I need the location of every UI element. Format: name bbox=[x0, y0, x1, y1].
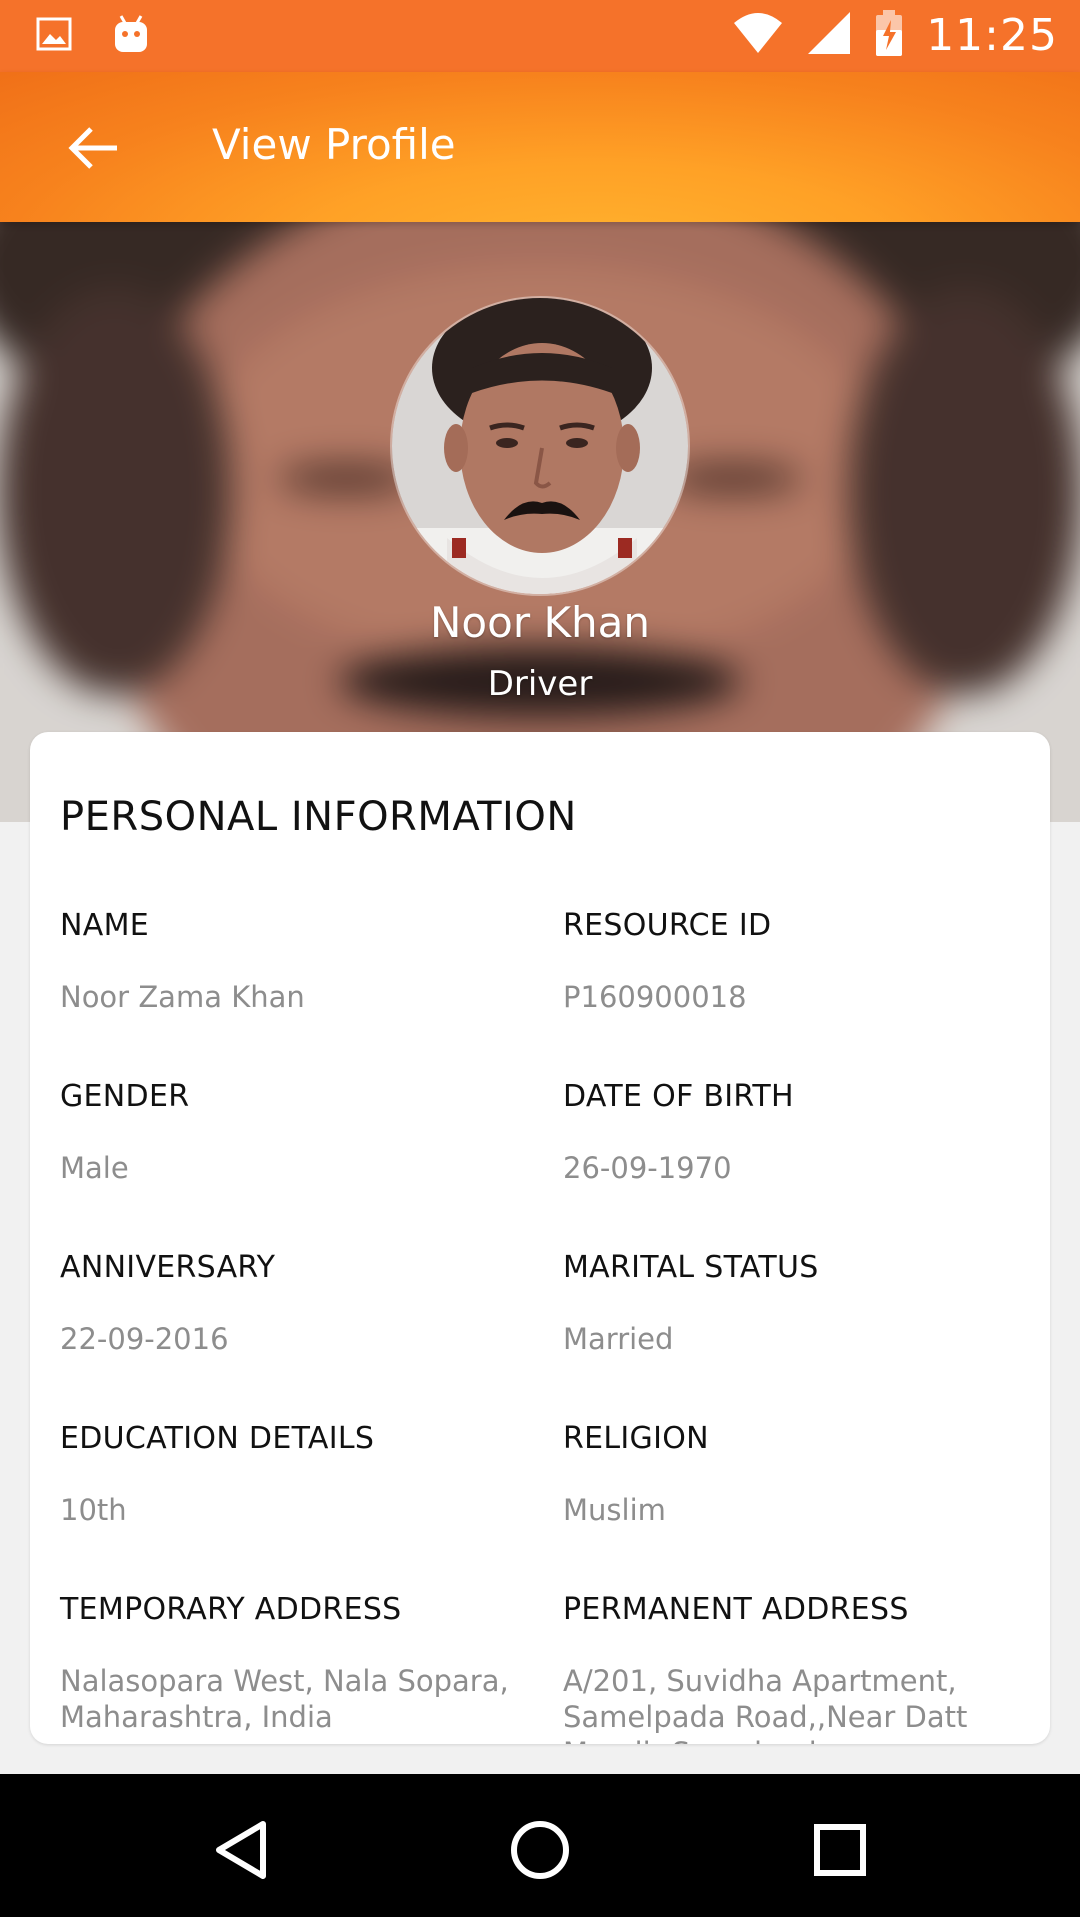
status-bar: 11:25 bbox=[0, 0, 1080, 72]
personal-information-card[interactable]: PERSONAL INFORMATION NAME Noor Zama Khan… bbox=[30, 732, 1050, 1744]
field-value: Nalasopara West, Nala Sopara, Maharashtr… bbox=[60, 1664, 509, 1734]
field-education-details: EDUCATION DETAILS 10th bbox=[60, 1421, 530, 1528]
profile-name: Noor Khan bbox=[430, 598, 650, 647]
avatar[interactable] bbox=[390, 296, 690, 596]
nav-back-button[interactable] bbox=[201, 1810, 281, 1890]
field-gender: GENDER Male bbox=[60, 1079, 530, 1186]
back-button[interactable] bbox=[60, 114, 128, 182]
field-value: Muslim bbox=[563, 1493, 666, 1527]
toolbar-title: View Profile bbox=[212, 120, 456, 169]
field-label: ANNIVERSARY bbox=[60, 1250, 276, 1285]
nav-home-button[interactable] bbox=[500, 1810, 580, 1890]
signal-icon bbox=[806, 10, 852, 61]
nav-recents-button[interactable] bbox=[800, 1810, 880, 1890]
app-toolbar: View Profile bbox=[0, 72, 1080, 222]
field-label: RESOURCE ID bbox=[563, 908, 772, 943]
navigation-bar bbox=[0, 1774, 1080, 1917]
profile-role: Driver bbox=[487, 664, 593, 704]
field-label: TEMPORARY ADDRESS bbox=[60, 1592, 402, 1627]
field-value: 10th bbox=[60, 1493, 127, 1527]
section-title: PERSONAL INFORMATION bbox=[60, 794, 577, 840]
field-date-of-birth: DATE OF BIRTH 26-09-1970 bbox=[563, 1079, 1033, 1186]
home-circle-icon bbox=[511, 1821, 569, 1879]
arrow-left-icon bbox=[68, 127, 117, 169]
field-value: Male bbox=[60, 1151, 129, 1185]
back-triangle-icon bbox=[216, 1821, 266, 1879]
field-label: MARITAL STATUS bbox=[563, 1250, 819, 1285]
field-value: 26-09-1970 bbox=[563, 1151, 732, 1185]
field-value: 22-09-2016 bbox=[60, 1322, 229, 1356]
field-temporary-address: TEMPORARY ADDRESS Nalasopara West, Nala … bbox=[60, 1592, 530, 1735]
field-value: Married bbox=[563, 1322, 674, 1356]
field-label: PERMANENT ADDRESS bbox=[563, 1592, 909, 1627]
recents-square-icon bbox=[814, 1824, 866, 1876]
field-name: NAME Noor Zama Khan bbox=[60, 908, 530, 1015]
field-value: P160900018 bbox=[563, 980, 747, 1014]
android-icon bbox=[112, 14, 150, 59]
field-religion: RELIGION Muslim bbox=[563, 1421, 1033, 1528]
field-label: EDUCATION DETAILS bbox=[60, 1421, 375, 1456]
image-icon bbox=[36, 16, 72, 57]
field-marital-status: MARITAL STATUS Married bbox=[563, 1250, 1033, 1357]
field-label: RELIGION bbox=[563, 1421, 709, 1456]
field-resource-id: RESOURCE ID P160900018 bbox=[563, 908, 1033, 1015]
field-label: GENDER bbox=[60, 1079, 190, 1114]
clock: 11:25 bbox=[926, 10, 1058, 61]
field-label: DATE OF BIRTH bbox=[563, 1079, 794, 1114]
profile-photo bbox=[392, 298, 688, 594]
battery-charging-icon bbox=[874, 8, 904, 63]
field-value: Noor Zama Khan bbox=[60, 980, 305, 1014]
field-permanent-address: PERMANENT ADDRESS A/201, Suvidha Apartme… bbox=[563, 1592, 1033, 1744]
wifi-icon bbox=[732, 11, 784, 60]
field-label: NAME bbox=[60, 908, 150, 943]
field-value: A/201, Suvidha Apartment, Samelpada Road… bbox=[563, 1664, 968, 1744]
field-anniversary: ANNIVERSARY 22-09-2016 bbox=[60, 1250, 530, 1357]
